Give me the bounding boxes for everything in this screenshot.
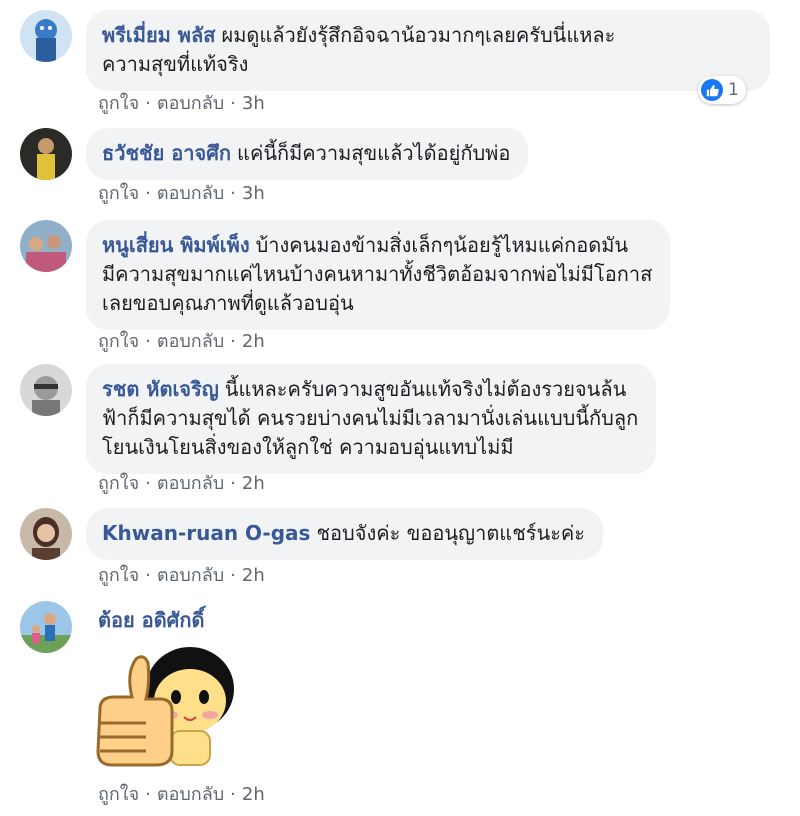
comment-text-line: ชอบจังค่ะ ขออนุญาตแชร์นะค่ะ [316, 521, 586, 545]
comment-item: พรีเมี่ยม พลัส ผมดูแล้วยังรุ้สึกอิจฉาน้อว… [20, 10, 790, 114]
comment-author[interactable]: Khwan-ruan O-gas [102, 521, 310, 545]
separator-dot: · [230, 93, 236, 114]
comment-author[interactable]: ธวัชชัย อาจศึก [102, 141, 231, 165]
separator-dot: · [145, 93, 151, 114]
comment-author[interactable]: ต้อย อดิศักดิ์ [98, 608, 204, 632]
comment-text-line: โยนเงินโยนสิ่งของให้ลูกใช่ ความอบอุ่นแทบ… [102, 435, 514, 459]
reply-button[interactable]: ตอบกลับ [157, 331, 224, 352]
comment-actions: ถูกใจ · ตอบกลับ · 3h [98, 178, 265, 207]
comment-bubble: รชต หัตเจริญ นี้แหละครับความสูขอันแท้จริง… [86, 364, 657, 474]
separator-dot: · [230, 183, 236, 204]
like-icon [701, 79, 723, 101]
reply-button[interactable]: ตอบกลับ [157, 565, 224, 586]
avatar[interactable] [20, 128, 72, 180]
reply-button[interactable]: ตอบกลับ [157, 93, 224, 114]
avatar[interactable] [20, 508, 72, 560]
comment-item: ต้อย อดิศักดิ์ ถูกใจ · ตอบกลับ · 2h [20, 601, 790, 811]
separator-dot: · [145, 565, 151, 586]
reply-button[interactable]: ตอบกลับ [157, 784, 224, 805]
like-button[interactable]: ถูกใจ [98, 473, 139, 494]
comment-author[interactable]: รชต หัตเจริญ [102, 377, 219, 401]
separator-dot: · [145, 473, 151, 494]
comment-item: หนูเสี่ยน พิมพ์เพ็ง บ้างคนมองข้ามสิ่งเล็ก… [20, 220, 790, 352]
reply-button[interactable]: ตอบกลับ [157, 183, 224, 204]
like-button[interactable]: ถูกใจ [98, 93, 139, 114]
comment-timestamp[interactable]: 2h [242, 473, 265, 494]
comment-text-line: แค่นี้ก็มีความสุขแล้วได้อยู่กับพ่อ [237, 141, 511, 165]
separator-dot: · [145, 784, 151, 805]
separator-dot: · [230, 565, 236, 586]
comment-actions: ถูกใจ · ตอบกลับ · 2h [98, 326, 265, 355]
comment-actions: ถูกใจ · ตอบกลับ · 3h [98, 88, 265, 117]
avatar[interactable] [20, 220, 72, 272]
comment-author[interactable]: หนูเสี่ยน พิมพ์เพ็ง [102, 233, 250, 257]
comment-timestamp[interactable]: 2h [242, 565, 265, 586]
thumbs-up-girl-sticker[interactable] [86, 643, 236, 771]
reaction-count-badge[interactable]: 1 [698, 76, 746, 104]
comment-timestamp[interactable]: 3h [242, 183, 265, 204]
comment-item: รชต หัตเจริญ นี้แหละครับความสูขอันแท้จริง… [20, 364, 790, 494]
separator-dot: · [145, 183, 151, 204]
like-button[interactable]: ถูกใจ [98, 784, 139, 805]
reply-button[interactable]: ตอบกลับ [157, 473, 224, 494]
comment-text-line: ความสุขที่แท้จริง [102, 52, 249, 76]
comment-text-line: บ้างคนมองข้ามสิ่งเล็กๆน้อยรู้ไหมแค่กอดมั… [255, 233, 629, 257]
comment-timestamp[interactable]: 2h [242, 784, 265, 805]
comment-bubble: ธวัชชัย อาจศึก แค่นี้ก็มีความสุขแล้วได้อย… [86, 128, 529, 180]
like-button[interactable]: ถูกใจ [98, 565, 139, 586]
comment-text-line: มีความสุขมากแค่ไหนบ้างคนหามาทั้งชีวิตอ้อ… [102, 262, 653, 286]
comment-bubble: หนูเสี่ยน พิมพ์เพ็ง บ้างคนมองข้ามสิ่งเล็ก… [86, 220, 671, 330]
comment-actions: ถูกใจ · ตอบกลับ · 2h [98, 560, 265, 589]
avatar[interactable] [20, 10, 72, 62]
separator-dot: · [230, 331, 236, 352]
comment-author[interactable]: พรีเมี่ยม พลัส [102, 23, 215, 47]
avatar[interactable] [20, 601, 72, 653]
avatar[interactable] [20, 364, 72, 416]
comment-item: ธวัชชัย อาจศึก แค่นี้ก็มีความสุขแล้วได้อย… [20, 128, 790, 208]
reaction-count: 1 [728, 80, 739, 100]
comment-bubble: พรีเมี่ยม พลัส ผมดูแล้วยังรุ้สึกอิจฉาน้อว… [86, 10, 770, 91]
separator-dot: · [230, 473, 236, 494]
comment-actions: ถูกใจ · ตอบกลับ · 2h [98, 779, 265, 808]
like-button[interactable]: ถูกใจ [98, 331, 139, 352]
comment-text-line: ผมดูแล้วยังรุ้สึกอิจฉาน้อวมากๆเลยครับนี่… [221, 23, 616, 47]
comment-timestamp[interactable]: 2h [242, 331, 265, 352]
comment-timestamp[interactable]: 3h [242, 93, 265, 114]
like-button[interactable]: ถูกใจ [98, 183, 139, 204]
comment-bubble: Khwan-ruan O-gas ชอบจังค่ะ ขออนุญาตแชร์นะ… [86, 508, 604, 560]
comment-item: Khwan-ruan O-gas ชอบจังค่ะ ขออนุญาตแชร์นะ… [20, 508, 790, 588]
separator-dot: · [230, 784, 236, 805]
comment-text-line: เลยขอบคุณภาพที่ดูแล้วอบอุ่น [102, 291, 354, 315]
separator-dot: · [145, 331, 151, 352]
comment-text-line: ฟ้าก็มีความสุขได้ คนรวยบ่างคนไม่มีเวลามา… [102, 406, 639, 430]
comment-actions: ถูกใจ · ตอบกลับ · 2h [98, 468, 265, 497]
comment-text-line: นี้แหละครับความสูขอันแท้จริงไม่ต้องรวยจน… [224, 377, 627, 401]
